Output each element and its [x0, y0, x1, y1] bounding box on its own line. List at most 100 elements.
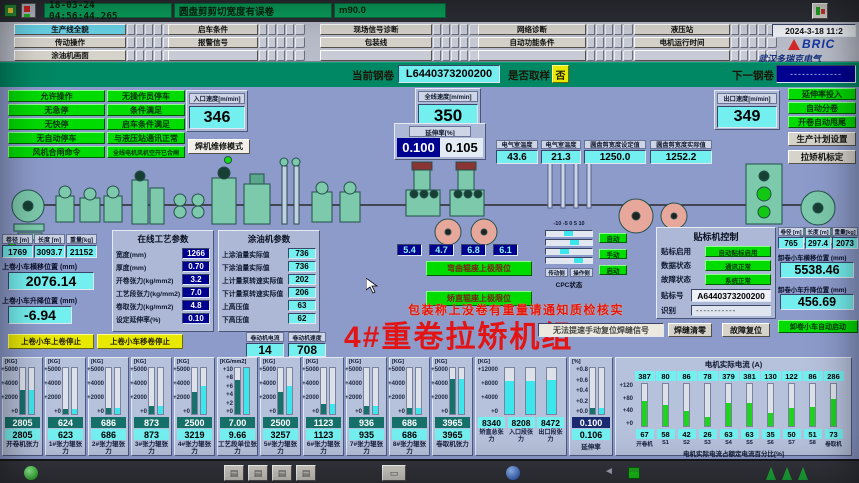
coil-car-stop-button[interactable]: 上卷小车移卷停止 [97, 334, 183, 349]
param-label: 厚度(mm) [116, 262, 182, 272]
coil-car-stop-button[interactable]: 上卷小车上卷停止 [8, 334, 94, 349]
menu-item-button[interactable] [478, 50, 586, 61]
gauge-bar-fill [278, 392, 283, 414]
tension-gauge: [KG]+5000+4000+2000+0250032575#张力辊张力 [260, 357, 301, 456]
gauge-tick: +4000 [481, 395, 498, 401]
param-row: 厚度(mm)0.70 [116, 260, 210, 273]
menu-indicator-cell [740, 24, 748, 35]
menu-item-button[interactable]: 生产线全貌 [14, 24, 126, 35]
gauge-tick: +0 [398, 409, 405, 415]
menu-item-button[interactable]: 现场信号诊断 [320, 24, 432, 35]
meter-icon[interactable] [628, 467, 640, 479]
labeller-tag-value: A6440373200200 [691, 289, 771, 302]
cpc-slider[interactable] [545, 239, 593, 246]
menu-indicator-cell [127, 50, 135, 61]
keyboard-icon[interactable]: ▭ [382, 465, 406, 481]
action-button[interactable]: 生产计划设置 [788, 132, 856, 146]
cpc-slider[interactable] [545, 257, 593, 264]
motor-current-value: 78 [698, 371, 718, 381]
audio-icon[interactable]: ◄ [602, 466, 616, 480]
action-button[interactable]: 开卷自动甩尾 [788, 116, 856, 128]
action-button[interactable]: 自动分卷 [788, 102, 856, 114]
menu-item-button[interactable]: 网络诊断 [478, 24, 586, 35]
labeller-row-status: 系统正常 [705, 274, 771, 285]
gauge-tick: +5000 [130, 367, 147, 373]
menu-indicator-cell [605, 50, 613, 61]
motor-bar-fill [789, 408, 794, 426]
param-label: 开卷张力(kg/mm2) [116, 275, 182, 285]
menu-indicator-cell [740, 50, 748, 61]
gauge-bar-fill [29, 390, 34, 415]
menu-indicator-cell [758, 24, 766, 35]
gauge-label: 出口段张力 [537, 430, 564, 444]
param-value: 736 [288, 248, 316, 259]
fault-reset-button[interactable]: 故障复位 [722, 323, 770, 337]
menu-indicator-cell [749, 37, 757, 48]
menu-item-button[interactable]: 电机运行时间 [634, 37, 730, 48]
menu-indicator-cell [758, 37, 766, 48]
menu-item-button[interactable] [168, 50, 258, 61]
menu-row: 包装线 [320, 37, 479, 48]
cpc-slider[interactable] [545, 248, 593, 255]
motor-current-value: 86 [803, 371, 823, 381]
menu-item-button[interactable] [634, 50, 730, 61]
gauge-tick: +0 [140, 409, 147, 415]
weld-repair-mode-button[interactable]: 焊机维修模式 [188, 139, 250, 154]
alarm-ack-icon[interactable] [4, 4, 17, 17]
gauge-actual-value: 623 [48, 429, 83, 440]
cpc-button[interactable]: 手动 [599, 249, 627, 259]
menu-item-button[interactable]: 传动操作 [14, 37, 126, 48]
gauge-tick: +40 [623, 408, 633, 414]
gauge-tick: +2000 [388, 395, 405, 401]
cpc-slider-marker [570, 240, 579, 245]
gauge-tick: +80 [623, 396, 633, 402]
labeller-row-label: 贴标启用 [661, 246, 705, 257]
menu-indicator-cell [259, 24, 267, 35]
gauge-bar-track [363, 367, 370, 415]
param-label: 工艺段张力(kg/mm2) [116, 288, 182, 298]
menu-item-button[interactable]: 涂油机画面 [14, 50, 126, 61]
cpc-button[interactable]: 启动 [599, 265, 627, 275]
motor-name: S5 [746, 440, 753, 446]
action-button[interactable]: 延伸率投入 [788, 88, 856, 100]
action-button[interactable]: 拉矫机标定 [788, 150, 856, 164]
network-icon[interactable] [506, 466, 520, 480]
menu-indicator-cell [127, 24, 135, 35]
chart-icon[interactable] [812, 3, 828, 19]
gauge-bar-track [372, 367, 379, 415]
gauge-bar-track [157, 367, 164, 415]
cpc-button[interactable]: 自动 [599, 233, 627, 243]
window-button-icon[interactable]: ▤ [224, 465, 244, 481]
gauge-label: 2#张力辊张力 [89, 441, 128, 455]
gauge-bar-fill [192, 392, 197, 414]
alarm-message: 圆盘剪剪切宽度有误卷 [174, 3, 332, 18]
menu-indicator-cell [587, 37, 595, 48]
cpc-side-label: 传动侧 [545, 268, 568, 277]
motor-percent-value: 58 [657, 429, 675, 439]
gauge-actual-value: 3965 [435, 429, 470, 440]
gauge-tick: +5000 [1, 367, 18, 373]
status-light: 条件满足 [107, 104, 185, 116]
weld-clear-button[interactable]: 焊缝清零 [668, 323, 712, 337]
coil-lift-value: -6.94 [8, 306, 72, 324]
menu-row: 涂油机画面 [14, 50, 173, 61]
exit-car-auto-start-button[interactable]: 卸卷小车自动启动 [778, 320, 858, 333]
menu-item-button[interactable]: 液压站 [634, 24, 730, 35]
gauge-tick: +0 [491, 409, 498, 415]
window-button-icon[interactable]: ▤ [248, 465, 268, 481]
window-button-icon[interactable]: ▤ [272, 465, 292, 481]
window-button-icon[interactable]: ▤ [296, 465, 316, 481]
gauge-tick: +0 [54, 409, 61, 415]
alarm-bell-icon[interactable] [21, 3, 36, 18]
sample-toggle[interactable]: 否 [552, 65, 569, 83]
menu-item-button[interactable]: 包装线 [320, 37, 432, 48]
motor-bar-track [662, 383, 669, 427]
menu-item-button[interactable]: 启车条件 [168, 24, 258, 35]
menu-item-button[interactable] [320, 50, 432, 61]
menu-item-button[interactable]: 报警信号 [168, 37, 258, 48]
menu-item-button[interactable]: 自动功能条件 [478, 37, 586, 48]
alarm-bar: 18-03-24 04:56:44.265 圆盘剪剪切宽度有误卷 m90.0 [0, 0, 859, 22]
cpc-slider[interactable] [545, 230, 593, 237]
motor-current-value: 381 [740, 371, 760, 381]
param-label: 宽度(mm) [116, 249, 182, 259]
